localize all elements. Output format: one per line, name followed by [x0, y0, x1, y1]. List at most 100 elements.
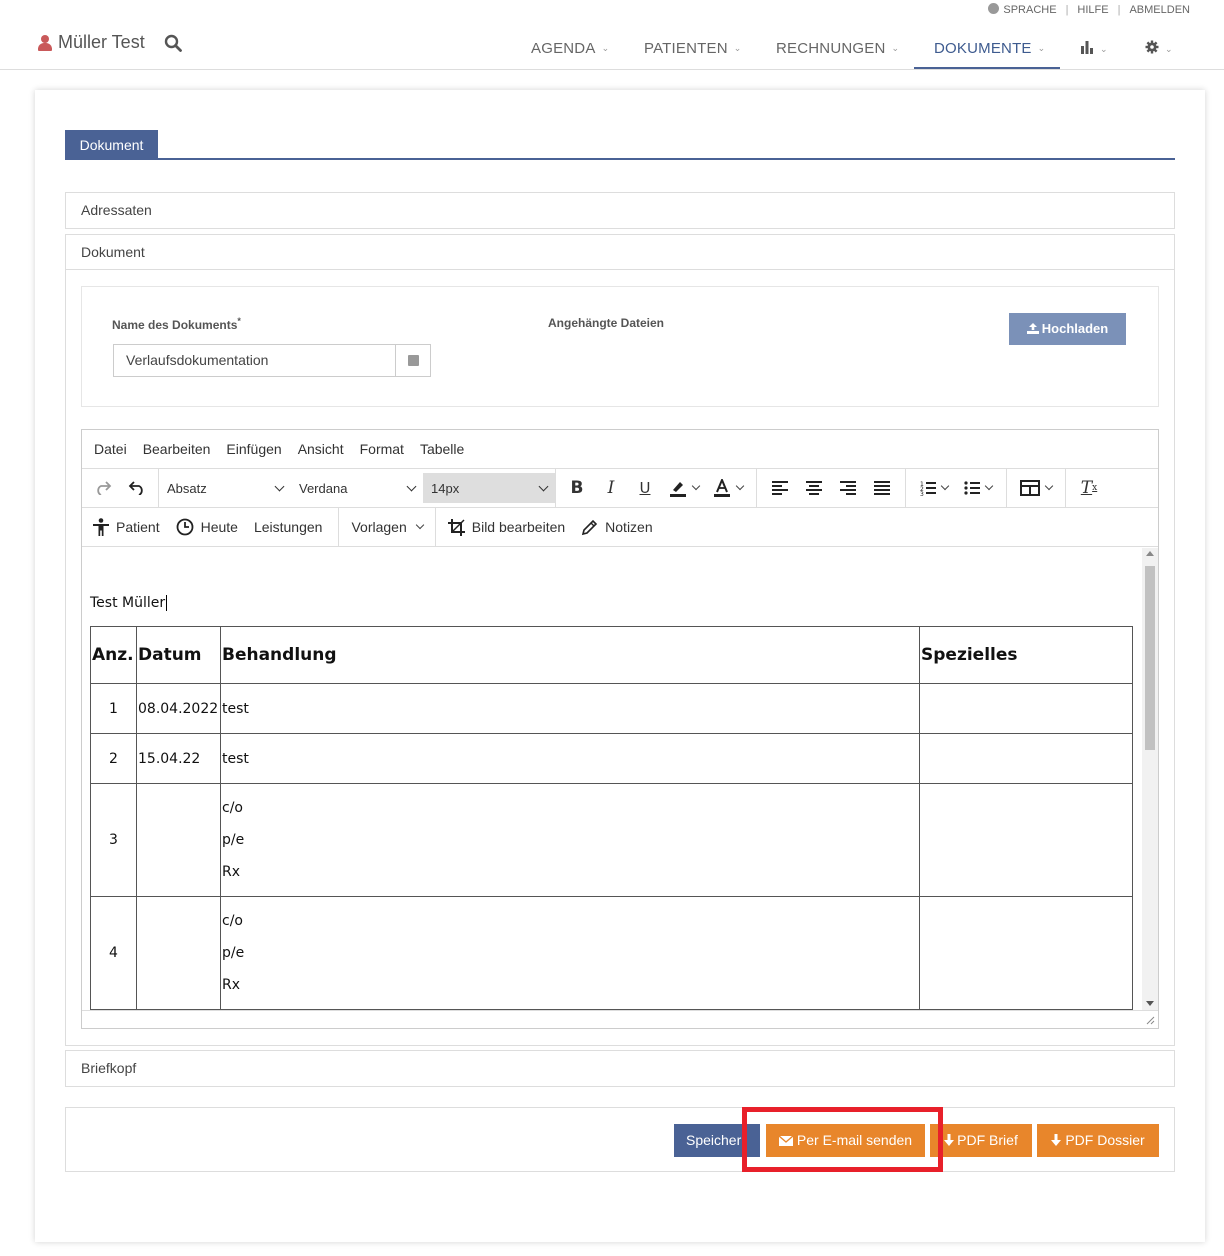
chevron-down-icon: [940, 481, 950, 491]
edit-image-label: Bild bearbeiten: [471, 519, 566, 535]
upload-label: Hochladen: [1041, 321, 1109, 336]
block-format-select[interactable]: Absatz: [159, 473, 291, 503]
chevron-down-icon: [274, 481, 285, 491]
tab-bar: Dokument: [65, 130, 1175, 160]
caret-down-icon: ⌄: [891, 43, 900, 53]
chevron-down-icon: [984, 481, 994, 491]
caret-down-icon: ⌄: [733, 43, 742, 53]
nav-rechnungen[interactable]: RECHNUNGEN ⌄: [776, 40, 899, 57]
clear-format-group: Tx: [1066, 469, 1112, 508]
user-menu[interactable]: Müller Test: [38, 32, 145, 53]
patient-button[interactable]: Patient: [92, 518, 160, 536]
align-justify-icon[interactable]: [865, 473, 899, 503]
col-anz: Anz.: [90, 626, 137, 684]
editor-content[interactable]: Test Müller Anz. Datum Behandlung Spezie…: [82, 548, 1142, 1010]
editor-menubar: Datei Bearbeiten Einfügen Ansicht Format…: [82, 430, 1158, 469]
chevron-down-icon: [406, 481, 417, 491]
scroll-thumb[interactable]: [1145, 566, 1155, 750]
cell-anz: 1: [90, 683, 137, 734]
align-right-icon[interactable]: [831, 473, 865, 503]
user-name: Müller Test: [58, 32, 145, 52]
person-icon: [93, 518, 109, 536]
underline-icon[interactable]: U: [628, 473, 662, 503]
menu-bearbeiten[interactable]: Bearbeiten: [143, 441, 211, 457]
treatment-table: Anz. Datum Behandlung Spezielles 1 08.04…: [90, 626, 1133, 1010]
col-behandlung: Behandlung: [220, 626, 920, 684]
search-icon[interactable]: [164, 34, 182, 52]
cell-spezielles: [919, 683, 1133, 734]
font-size-select[interactable]: 14px: [423, 473, 555, 503]
bar-chart-icon: [1081, 41, 1093, 54]
redo-icon[interactable]: [86, 473, 120, 503]
chevron-down-icon: [1044, 481, 1054, 491]
panel-title: Adressaten: [81, 202, 152, 218]
scroll-up-icon[interactable]: [1146, 551, 1154, 556]
pdf-dossier-label: PDF Dossier: [1065, 1132, 1145, 1148]
document-name-field[interactable]: Verlaufsdokumentation: [113, 344, 431, 377]
user-icon: [38, 34, 52, 51]
pdf-dossier-button[interactable]: PDF Dossier: [1037, 1124, 1159, 1157]
today-button[interactable]: Heute: [176, 518, 238, 536]
edit-image-button[interactable]: Bild bearbeiten: [447, 518, 566, 536]
panel-briefkopf[interactable]: Briefkopf: [65, 1050, 1175, 1087]
alignment-group: [757, 468, 906, 508]
bullet-list-icon[interactable]: [956, 473, 1000, 503]
table-row: 2 15.04.22 test: [90, 733, 1133, 784]
highlight-color-icon[interactable]: [662, 473, 706, 503]
separator: |: [1065, 3, 1069, 16]
notes-button[interactable]: Notizen: [581, 519, 653, 536]
italic-icon[interactable]: I: [594, 473, 628, 503]
panel-title: Briefkopf: [81, 1060, 137, 1076]
language-label: SPRACHE: [1003, 4, 1057, 16]
font-family-value: Verdana: [299, 480, 348, 496]
rich-text-editor: Datei Bearbeiten Einfügen Ansicht Format…: [81, 429, 1159, 1029]
clear-formatting-icon[interactable]: Tx: [1072, 473, 1106, 503]
bold-icon[interactable]: B: [560, 473, 594, 503]
text-style-group: B I U: [555, 468, 757, 508]
nav-patienten[interactable]: PATIENTEN ⌄: [644, 40, 742, 57]
templates-dropdown[interactable]: Vorlagen: [351, 519, 424, 535]
menu-format[interactable]: Format: [360, 441, 404, 457]
nav-dokumente[interactable]: DOKUMENTE ⌄: [934, 40, 1045, 57]
panel-adressaten[interactable]: Adressaten: [65, 192, 1175, 229]
pdf-letter-button[interactable]: PDF Brief: [930, 1124, 1032, 1157]
menu-datei[interactable]: Datei: [94, 441, 127, 457]
nav-settings[interactable]: ⌄: [1145, 40, 1173, 58]
cell-line: Rx: [222, 864, 241, 880]
menu-einfuegen[interactable]: Einfügen: [226, 441, 281, 457]
resize-handle-icon[interactable]: [1146, 1016, 1155, 1025]
cell-datum: [136, 896, 221, 1010]
cell-spezielles: [919, 896, 1133, 1010]
editor-toolbar-format: Absatz Verdana 14px B I U 1 2 3 T x: [82, 468, 1158, 508]
document-name-input[interactable]: Verlaufsdokumentation: [114, 345, 396, 376]
nav-statistics[interactable]: ⌄: [1080, 40, 1108, 58]
editor-toolbar-custom: Patient Heute Leistungen Vorlagen Bild b…: [82, 507, 1158, 547]
caret-down-icon: ⌄: [601, 43, 610, 53]
menu-tabelle[interactable]: Tabelle: [420, 441, 464, 457]
menu-ansicht[interactable]: Ansicht: [298, 441, 344, 457]
required-mark: *: [237, 316, 241, 326]
panel-title[interactable]: Dokument: [66, 235, 1174, 270]
cell-anz: 3: [90, 783, 137, 897]
table-icon[interactable]: [1013, 473, 1059, 503]
arrow-down-icon: [944, 1134, 955, 1146]
numbered-list-icon[interactable]: 123: [912, 473, 956, 503]
tab-dokument[interactable]: Dokument: [65, 130, 158, 160]
font-family-select[interactable]: Verdana: [291, 473, 423, 503]
nav-agenda[interactable]: AGENDA ⌄: [531, 40, 609, 57]
cell-line: c/o: [222, 800, 243, 816]
help-link[interactable]: HILFE: [1077, 4, 1108, 16]
caret-down-icon: ⌄: [1165, 44, 1173, 54]
upload-button[interactable]: Hochladen: [1009, 313, 1126, 345]
logout-link[interactable]: ABMELDEN: [1129, 4, 1190, 16]
scroll-down-icon[interactable]: [1146, 1001, 1154, 1006]
field-addon[interactable]: [396, 345, 430, 376]
align-left-icon[interactable]: [763, 473, 797, 503]
square-icon: [407, 355, 419, 366]
text-color-icon[interactable]: [706, 473, 750, 503]
undo-icon[interactable]: [120, 473, 154, 503]
editor-scrollbar[interactable]: [1142, 548, 1158, 1010]
align-center-icon[interactable]: [797, 473, 831, 503]
language-link[interactable]: SPRACHE: [988, 3, 1057, 16]
services-button[interactable]: Leistungen: [254, 519, 323, 535]
